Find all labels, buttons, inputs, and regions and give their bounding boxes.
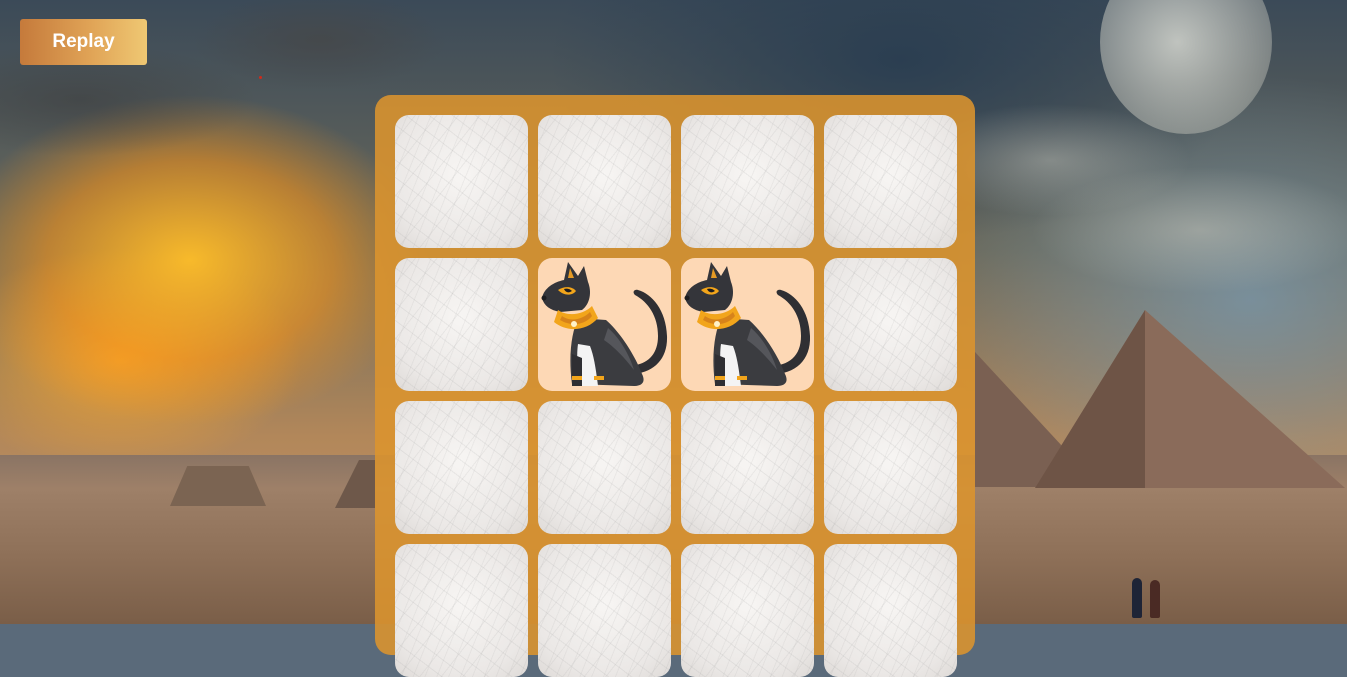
memory-card-face-down[interactable] <box>681 401 814 534</box>
memory-card-face-down[interactable] <box>395 544 528 677</box>
memory-card-face-down[interactable] <box>395 401 528 534</box>
memory-card-face-down[interactable] <box>681 115 814 248</box>
memory-card-face-down[interactable] <box>395 115 528 248</box>
person-silhouette <box>1132 578 1142 618</box>
memory-card-face-up[interactable] <box>538 258 671 391</box>
pyramid-large-shadow <box>1035 310 1145 488</box>
memory-card-face-down[interactable] <box>824 115 957 248</box>
people-silhouettes <box>1130 576 1166 618</box>
person-silhouette <box>1150 580 1160 618</box>
memory-card-face-down[interactable] <box>681 544 814 677</box>
memory-card-face-down[interactable] <box>824 258 957 391</box>
game-board <box>375 95 975 677</box>
memory-card-face-up[interactable] <box>681 258 814 391</box>
memory-card-face-down[interactable] <box>538 544 671 677</box>
bastet-cat-icon <box>541 262 668 386</box>
memory-card-face-down[interactable] <box>824 401 957 534</box>
memory-card-face-down[interactable] <box>538 115 671 248</box>
memory-card-face-down[interactable] <box>538 401 671 534</box>
memory-card-face-down[interactable] <box>824 544 957 677</box>
replay-button[interactable]: Replay <box>20 19 147 65</box>
memory-card-face-down[interactable] <box>395 258 528 391</box>
card-grid <box>395 115 957 677</box>
bastet-cat-icon <box>684 262 811 386</box>
cursor-dot <box>259 76 262 79</box>
